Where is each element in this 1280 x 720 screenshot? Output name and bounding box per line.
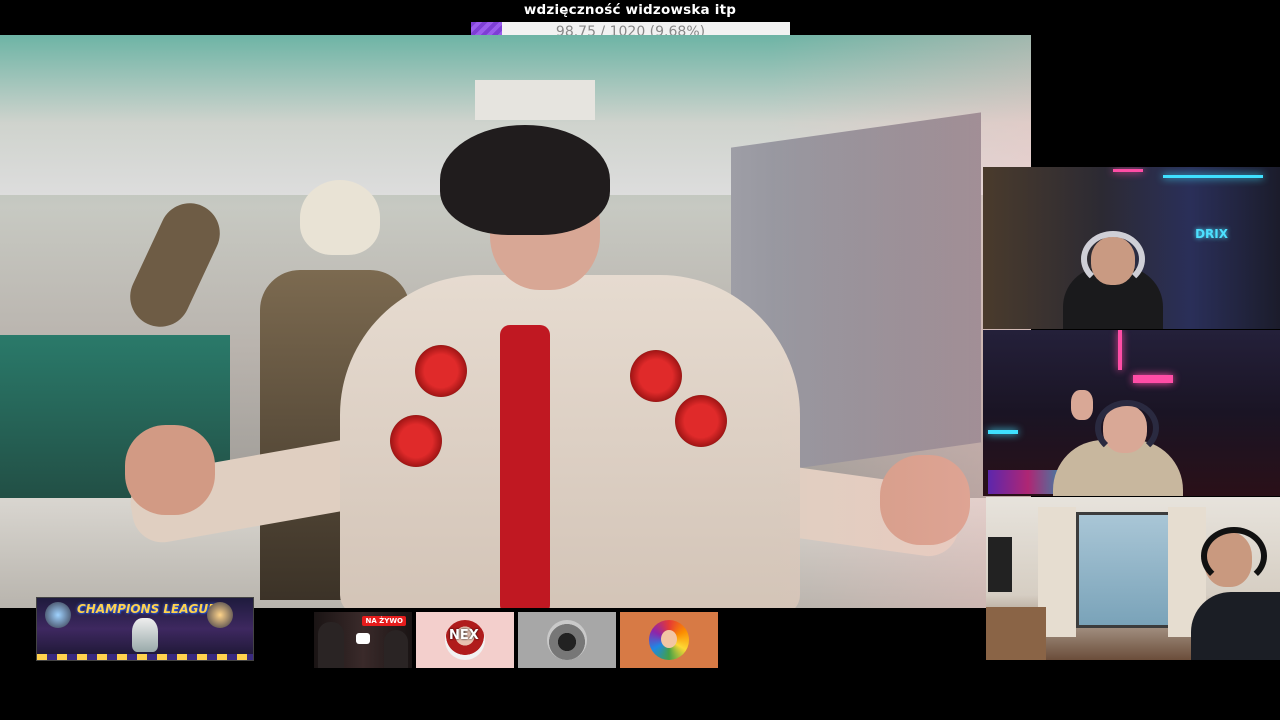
headphones-icon [1201, 527, 1267, 585]
person-left-hand [125, 425, 215, 515]
window [1076, 512, 1172, 628]
main-video-player[interactable] [0, 35, 1031, 608]
neon-light [1133, 375, 1173, 383]
channel-tile-1[interactable]: NEX [416, 612, 514, 668]
goal-title: wdzięczność widzowska itp [523, 2, 737, 18]
headphones-icon [1095, 400, 1159, 456]
wall-tv [988, 537, 1012, 592]
person-silhouette [384, 630, 408, 668]
stage-light [45, 602, 71, 628]
video-ceiling-light [475, 80, 595, 120]
rose-embroidery [675, 395, 727, 447]
trophy-icon [132, 618, 158, 652]
neon-light [1163, 175, 1263, 178]
streamer-raised-hand [1071, 390, 1093, 420]
lightning-decoration [37, 654, 253, 660]
cam-logo: DRIX [1195, 227, 1228, 241]
webcam-1: DRIX [983, 167, 1280, 329]
champions-league-thumbnail[interactable]: CHAMPIONS LEAGUE [36, 597, 254, 661]
headphones-icon [1081, 231, 1145, 287]
streamer-body [1191, 592, 1280, 660]
neon-light [1113, 169, 1143, 172]
desk [986, 607, 1046, 660]
channel-avatar [547, 620, 587, 660]
stage-light [207, 602, 233, 628]
avatar-text: NEX [449, 628, 479, 643]
black-hat [440, 125, 610, 235]
live-stream-tile[interactable]: NA ŻYWO [314, 612, 412, 668]
channel-tile-2[interactable] [518, 612, 616, 668]
channel-tile-3[interactable] [620, 612, 718, 668]
avatar-face [661, 630, 677, 648]
rose-embroidery [390, 415, 442, 467]
neon-light [988, 430, 1018, 434]
live-badge: NA ŻYWO [362, 616, 406, 626]
person-arm [120, 193, 230, 337]
neon-light [1118, 330, 1122, 370]
champions-league-title: CHAMPIONS LEAGUE [77, 602, 217, 616]
red-ribbon [500, 325, 550, 608]
rose-embroidery [630, 350, 682, 402]
channel-avatar [649, 620, 689, 660]
person-silhouette [318, 622, 344, 668]
channel-avatar: NEX [445, 620, 485, 660]
webcam-2 [983, 330, 1280, 496]
webcam-3 [986, 497, 1280, 660]
rose-embroidery [415, 345, 467, 397]
chat-bubble-icon [356, 633, 370, 644]
